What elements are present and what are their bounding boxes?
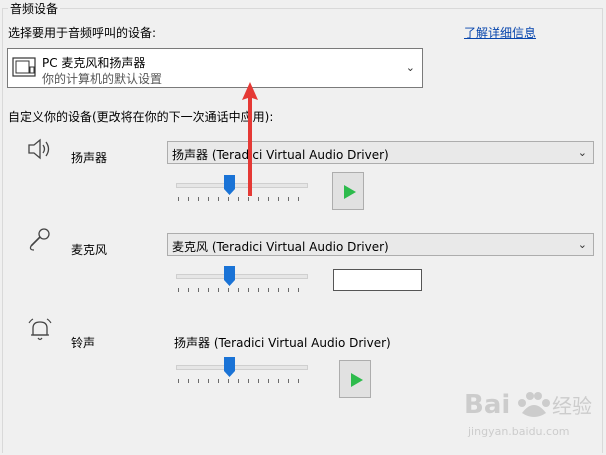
chevron-down-icon: ⌄ — [405, 61, 415, 74]
ringer-volume-slider[interactable] — [174, 357, 308, 387]
chevron-down-icon: ⌄ — [577, 146, 587, 159]
microphone-label: 麦克风 — [71, 243, 108, 257]
device-dropdown[interactable]: PC 麦克风和扬声器 你的计算机的默认设置 ⌄ — [7, 48, 423, 88]
slider-ticks — [178, 379, 306, 383]
slider-track — [176, 365, 308, 370]
ringer-play-button[interactable] — [339, 360, 371, 398]
device-name: PC 麦克风和扬声器 — [42, 56, 146, 70]
microphone-level-meter — [333, 269, 422, 291]
group-title: 音频设备 — [8, 0, 61, 17]
slider-thumb[interactable] — [224, 175, 235, 195]
device-subtitle: 你的计算机的默认设置 — [42, 72, 163, 86]
svg-text:jingyan.baidu.com: jingyan.baidu.com — [467, 425, 570, 438]
slider-thumb[interactable] — [224, 357, 235, 377]
ringer-device-value: 扬声器 (Teradici Virtual Audio Driver) — [174, 336, 391, 350]
microphone-icon — [29, 228, 50, 251]
annotation-arrow-icon — [242, 82, 258, 196]
chevron-down-icon: ⌄ — [577, 238, 587, 251]
speaker-play-button[interactable] — [332, 172, 364, 210]
microphone-volume-slider[interactable] — [174, 266, 308, 296]
play-icon — [351, 373, 363, 387]
svg-text:经验: 经验 — [552, 394, 592, 418]
speaker-select-value: 扬声器 (Teradici Virtual Audio Driver) — [172, 148, 389, 162]
bell-icon — [28, 318, 52, 341]
slider-ticks — [178, 288, 306, 292]
learn-more-link[interactable]: 了解详细信息 — [464, 24, 536, 41]
monitor-speaker-icon — [12, 57, 36, 77]
slider-track — [176, 274, 308, 279]
device-prompt: 选择要用于音频呼叫的设备: — [8, 26, 157, 40]
microphone-select[interactable]: 麦克风 (Teradici Virtual Audio Driver) ⌄ — [167, 233, 594, 256]
speaker-select[interactable]: 扬声器 (Teradici Virtual Audio Driver) ⌄ — [167, 141, 594, 164]
speaker-label: 扬声器 — [71, 151, 108, 165]
baidu-watermark: Bai 经验 jingyan.baidu.com — [464, 390, 592, 438]
speaker-icon — [28, 138, 50, 160]
slider-thumb[interactable] — [224, 266, 235, 286]
ringer-label: 铃声 — [71, 336, 96, 350]
customize-label: 自定义你的设备(更改将在你的下一次通话中应用): — [8, 110, 274, 124]
play-icon — [344, 185, 356, 199]
svg-text:Bai: Bai — [464, 390, 510, 420]
microphone-select-value: 麦克风 (Teradici Virtual Audio Driver) — [172, 240, 389, 254]
